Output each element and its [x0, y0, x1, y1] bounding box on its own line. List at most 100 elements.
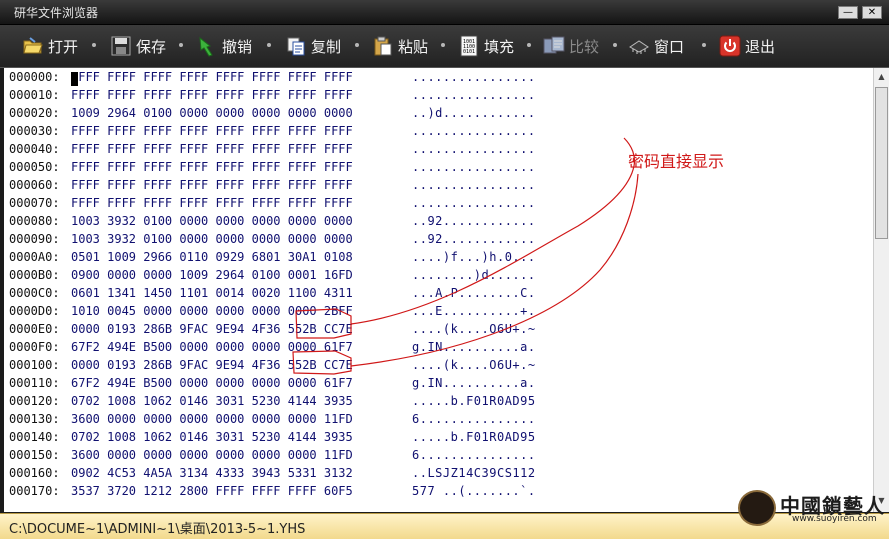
hex-row[interactable]: 0000D0: 1010 0045 0000 0000 0000 0000 000… — [4, 302, 864, 320]
toolbar-separator — [441, 43, 445, 47]
row-ascii[interactable]: ....)f...)h.0... — [412, 248, 536, 266]
row-ascii[interactable]: ................ — [412, 194, 536, 212]
row-ascii[interactable]: .....b.F01R0AD95 — [412, 392, 536, 410]
row-hex-bytes[interactable]: 1003 3932 0100 0000 0000 0000 0000 0000 — [71, 230, 353, 248]
row-ascii[interactable]: ..)d............ — [412, 104, 536, 122]
folder-open-icon — [23, 37, 43, 54]
hex-row[interactable]: 000010: FFFF FFFF FFFF FFFF FFFF FFFF FFF… — [4, 86, 864, 104]
row-hex-bytes[interactable]: FFFF FFFF FFFF FFFF FFFF FFFF FFFF FFFF — [71, 194, 353, 212]
row-hex-bytes[interactable]: FFFF FFFF FFFF FFFF FFFF FFFF FFFF FFFF — [71, 68, 353, 86]
row-address: 000030: — [9, 124, 60, 138]
undo-button[interactable]: 撤销 — [196, 32, 252, 60]
hex-row[interactable]: 000150: 3600 0000 0000 0000 0000 0000 000… — [4, 446, 864, 464]
hex-row[interactable]: 000100: 0000 0193 286B 9FAC 9E94 4F36 552… — [4, 356, 864, 374]
row-ascii[interactable]: g.IN..........a. — [412, 374, 536, 392]
hex-row[interactable]: 0000F0: 67F2 494E B500 0000 0000 0000 000… — [4, 338, 864, 356]
row-hex-bytes[interactable]: 67F2 494E B500 0000 0000 0000 0000 61F7 — [71, 374, 353, 392]
row-ascii[interactable]: g.IN..........a. — [412, 338, 536, 356]
row-ascii[interactable]: ..92............ — [412, 212, 536, 230]
exit-button[interactable]: 退出 — [719, 32, 775, 60]
row-hex-bytes[interactable]: 0601 1341 1450 1101 0014 0020 1100 4311 — [71, 284, 353, 302]
hex-view[interactable]: 000000: FFFF FFFF FFFF FFFF FFFF FFFF FFF… — [4, 68, 873, 512]
hex-row[interactable]: 000160: 0902 4C53 4A5A 3134 4333 3943 533… — [4, 464, 864, 482]
row-ascii[interactable]: ....(k....O6U+.~ — [412, 320, 536, 338]
row-hex-bytes[interactable]: FFFF FFFF FFFF FFFF FFFF FFFF FFFF FFFF — [71, 176, 353, 194]
row-hex-bytes[interactable]: 0702 1008 1062 0146 3031 5230 4144 3935 — [71, 428, 353, 446]
row-hex-bytes[interactable]: 0501 1009 2966 0110 0929 6801 30A1 0108 — [71, 248, 353, 266]
close-button[interactable]: ✕ — [862, 6, 882, 19]
hex-row[interactable]: 0000C0: 0601 1341 1450 1101 0014 0020 110… — [4, 284, 864, 302]
paste-button[interactable]: 粘贴 — [372, 32, 428, 60]
row-hex-bytes[interactable]: 3600 0000 0000 0000 0000 0000 0000 11FD — [71, 446, 353, 464]
svg-text:0101: 0101 — [463, 49, 475, 55]
file-path: C:\DOCUME~1\ADMINI~1\桌面\2013-5~1.YHS — [9, 522, 306, 537]
fill-button[interactable]: 1001 1100 0101 填充 — [458, 32, 514, 60]
minimize-button[interactable]: — — [838, 6, 858, 19]
row-hex-bytes[interactable]: 0702 1008 1062 0146 3031 5230 4144 3935 — [71, 392, 353, 410]
row-hex-bytes[interactable]: 0000 0193 286B 9FAC 9E94 4F36 552B CC7E — [71, 356, 353, 374]
hex-row[interactable]: 000130: 3600 0000 0000 0000 0000 0000 000… — [4, 410, 864, 428]
hex-row[interactable]: 0000A0: 0501 1009 2966 0110 0929 6801 30A… — [4, 248, 864, 266]
open-button[interactable]: 打开 — [22, 32, 78, 60]
hex-row[interactable]: 000080: 1003 3932 0100 0000 0000 0000 000… — [4, 212, 864, 230]
undo-arrow-icon — [199, 36, 213, 57]
row-hex-bytes[interactable]: 1009 2964 0100 0000 0000 0000 0000 0000 — [71, 104, 353, 122]
hex-row[interactable]: 0000B0: 0900 0000 0000 1009 2964 0100 000… — [4, 266, 864, 284]
row-ascii[interactable]: ........)d...... — [412, 266, 536, 284]
vertical-scrollbar[interactable]: ▲ ▼ — [873, 68, 889, 512]
hex-row[interactable]: 000000: FFFF FFFF FFFF FFFF FFFF FFFF FFF… — [4, 68, 864, 86]
text-cursor — [71, 72, 78, 86]
scroll-up-icon[interactable]: ▲ — [875, 70, 888, 84]
window-button[interactable]: 窗口 — [628, 32, 684, 60]
compare-button[interactable]: 比较 — [543, 32, 599, 60]
row-ascii[interactable]: ...A.P........C. — [412, 284, 536, 302]
paste-label: 粘贴 — [398, 37, 429, 56]
row-hex-bytes[interactable]: FFFF FFFF FFFF FFFF FFFF FFFF FFFF FFFF — [71, 86, 353, 104]
row-hex-bytes[interactable]: 0000 0193 286B 9FAC 9E94 4F36 552B CC7E — [71, 320, 353, 338]
row-hex-bytes[interactable]: FFFF FFFF FFFF FFFF FFFF FFFF FFFF FFFF — [71, 158, 353, 176]
hex-row[interactable]: 000120: 0702 1008 1062 0146 3031 5230 414… — [4, 392, 864, 410]
row-hex-bytes[interactable]: 1003 3932 0100 0000 0000 0000 0000 0000 — [71, 212, 353, 230]
row-hex-bytes[interactable]: 1010 0045 0000 0000 0000 0000 0000 2BFF — [71, 302, 353, 320]
row-hex-bytes[interactable]: 0902 4C53 4A5A 3134 4333 3943 5331 3132 — [71, 464, 353, 482]
row-ascii[interactable]: .....b.F01R0AD95 — [412, 428, 536, 446]
hex-row[interactable]: 000170: 3537 3720 1212 2800 FFFF FFFF FFF… — [4, 482, 864, 500]
row-hex-bytes[interactable]: FFFF FFFF FFFF FFFF FFFF FFFF FFFF FFFF — [71, 122, 353, 140]
toolbar-separator — [92, 43, 96, 47]
row-address: 000070: — [9, 196, 60, 210]
hex-row[interactable]: 000020: 1009 2964 0100 0000 0000 0000 000… — [4, 104, 864, 122]
row-ascii[interactable]: ................ — [412, 86, 536, 104]
row-ascii[interactable]: ................ — [412, 176, 536, 194]
row-ascii[interactable]: ...E..........+. — [412, 302, 536, 320]
exit-label: 退出 — [745, 37, 776, 56]
toolbar-separator — [179, 43, 183, 47]
row-address: 000150: — [9, 448, 60, 462]
hex-row[interactable]: 000110: 67F2 494E B500 0000 0000 0000 000… — [4, 374, 864, 392]
hex-row[interactable]: 000030: FFFF FFFF FFFF FFFF FFFF FFFF FFF… — [4, 122, 864, 140]
toolbar-separator — [702, 43, 706, 47]
row-address: 000050: — [9, 160, 60, 174]
copy-button[interactable]: 复制 — [285, 32, 341, 60]
hex-row[interactable]: 000090: 1003 3932 0100 0000 0000 0000 000… — [4, 230, 864, 248]
row-ascii[interactable]: 6............... — [412, 446, 536, 464]
watermark: 中國鎖藝人 www.suoyiren.com — [736, 490, 886, 530]
row-ascii[interactable]: 577 ..(.......`. — [412, 482, 536, 500]
row-hex-bytes[interactable]: 3537 3720 1212 2800 FFFF FFFF FFFF 60F5 — [71, 482, 353, 500]
save-button[interactable]: 保存 — [110, 32, 166, 60]
row-ascii[interactable]: ................ — [412, 158, 536, 176]
row-ascii[interactable]: ................ — [412, 68, 536, 86]
scroll-thumb[interactable] — [875, 87, 888, 239]
row-hex-bytes[interactable]: 0900 0000 0000 1009 2964 0100 0001 16FD — [71, 266, 353, 284]
row-hex-bytes[interactable]: 67F2 494E B500 0000 0000 0000 0000 61F7 — [71, 338, 353, 356]
row-hex-bytes[interactable]: 3600 0000 0000 0000 0000 0000 0000 11FD — [71, 410, 353, 428]
hex-row[interactable]: 0000E0: 0000 0193 286B 9FAC 9E94 4F36 552… — [4, 320, 864, 338]
row-ascii[interactable]: ................ — [412, 140, 536, 158]
row-ascii[interactable]: ................ — [412, 122, 536, 140]
row-ascii[interactable]: ..92............ — [412, 230, 536, 248]
row-ascii[interactable]: 6............... — [412, 410, 536, 428]
row-ascii[interactable]: ..LSJZ14C39CS112 — [412, 464, 536, 482]
hex-row[interactable]: 000140: 0702 1008 1062 0146 3031 5230 414… — [4, 428, 864, 446]
row-address: 000060: — [9, 178, 60, 192]
row-hex-bytes[interactable]: FFFF FFFF FFFF FFFF FFFF FFFF FFFF FFFF — [71, 140, 353, 158]
row-ascii[interactable]: ....(k....O6U+.~ — [412, 356, 536, 374]
